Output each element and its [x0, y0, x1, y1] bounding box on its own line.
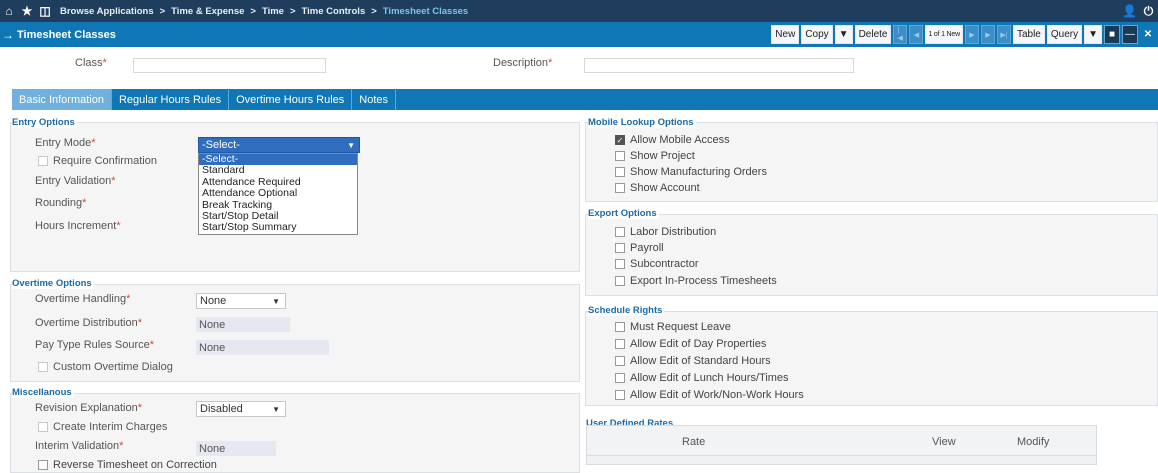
checkmark-icon: ✓	[615, 135, 625, 145]
rounding-label: Rounding*	[35, 197, 87, 209]
query-button[interactable]: Query	[1046, 25, 1083, 44]
show-account-checkbox[interactable]: Show Account	[615, 182, 700, 194]
interim-validation-label: Interim Validation*	[35, 440, 124, 452]
arrow-right-icon: →	[2, 27, 14, 42]
pay-type-rules-source-label: Pay Type Rules Source*	[35, 339, 155, 351]
entry-mode-select[interactable]: -Select- ▼	[198, 137, 360, 153]
pay-type-rules-source-field: None	[196, 340, 329, 355]
class-label: Class*	[75, 57, 107, 69]
show-manufacturing-orders-checkbox[interactable]: Show Manufacturing Orders	[615, 166, 767, 178]
dropdown-option[interactable]: Attendance Optional	[199, 187, 357, 199]
minimize-icon[interactable]: —	[1122, 25, 1138, 44]
crumb-time-expense[interactable]: Time & Expense	[171, 6, 244, 17]
allow-edit-day-properties-checkbox[interactable]: Allow Edit of Day Properties	[615, 338, 766, 350]
must-request-leave-checkbox[interactable]: Must Request Leave	[615, 321, 731, 333]
chevron-down-icon: ▼	[272, 404, 280, 414]
export-in-process-timesheets-checkbox[interactable]: Export In-Process Timesheets	[615, 275, 777, 287]
tab-basic-information[interactable]: Basic Information	[12, 89, 112, 110]
crumb-separator: >	[159, 5, 166, 17]
tab-notes[interactable]: Notes	[352, 89, 397, 110]
create-interim-charges-checkbox[interactable]: Create Interim Charges	[38, 421, 167, 433]
custom-overtime-dialog-checkbox[interactable]: Custom Overtime Dialog	[38, 361, 173, 373]
revision-explanation-label: Revision Explanation*	[35, 402, 143, 414]
require-confirmation-checkbox[interactable]: Require Confirmation	[38, 155, 157, 167]
tab-overtime-hours-rules[interactable]: Overtime Hours Rules	[229, 89, 353, 110]
entry-mode-dropdown-list: -Select- Standard Attendance Required At…	[198, 153, 358, 235]
last-record-icon[interactable]: ▶|	[996, 25, 1011, 44]
section-heading: Schedule Rights	[588, 305, 665, 316]
crumb-time[interactable]: Time	[262, 6, 284, 17]
user-icon[interactable]: 👤	[1120, 0, 1139, 22]
overtime-handling-label: Overtime Handling*	[35, 293, 131, 305]
allow-edit-lunch-hours-checkbox[interactable]: Allow Edit of Lunch Hours/Times	[615, 372, 789, 384]
chevron-down-icon: ▼	[347, 140, 355, 150]
tab-bar: Basic Information Regular Hours Rules Ov…	[12, 89, 1158, 110]
section-heading: Overtime Options	[12, 278, 94, 289]
reverse-timesheet-checkbox[interactable]: Reverse Timesheet on Correction	[38, 459, 217, 471]
section-heading: Export Options	[588, 208, 659, 219]
entry-validation-label: Entry Validation*	[35, 175, 116, 187]
overtime-distribution-label: Overtime Distribution*	[35, 317, 142, 329]
description-input[interactable]	[584, 58, 854, 73]
star-icon[interactable]: ★	[18, 0, 36, 22]
allow-mobile-access-checkbox[interactable]: ✓ Allow Mobile Access	[615, 134, 730, 146]
close-icon[interactable]: ✕	[1140, 25, 1156, 44]
crumb-time-controls[interactable]: Time Controls	[302, 6, 366, 17]
overtime-handling-select[interactable]: None ▼	[196, 293, 286, 309]
copy-dropdown-icon[interactable]: ▼	[834, 25, 853, 44]
crumb-separator: >	[371, 5, 377, 17]
table-button[interactable]: Table	[1012, 25, 1045, 44]
allow-edit-standard-hours-checkbox[interactable]: Allow Edit of Standard Hours	[615, 355, 771, 367]
allow-edit-work-hours-checkbox[interactable]: Allow Edit of Work/Non-Work Hours	[615, 389, 804, 401]
tab-regular-hours-rules[interactable]: Regular Hours Rules	[112, 89, 230, 110]
top-nav-bar: ⌂ ★ ◫ Browse Applications > Time & Expen…	[0, 0, 1158, 22]
column-header-view[interactable]: View	[932, 436, 956, 448]
labor-distribution-checkbox[interactable]: Labor Distribution	[615, 226, 716, 238]
column-header-modify[interactable]: Modify	[1017, 436, 1049, 448]
copy-button[interactable]: Copy	[801, 25, 833, 44]
new-button[interactable]: New	[771, 25, 800, 44]
section-heading: Miscellanous	[12, 387, 74, 398]
table-header: Rate View Modify	[587, 426, 1096, 456]
section-heading: Mobile Lookup Options	[588, 117, 696, 128]
revision-explanation-select[interactable]: Disabled ▼	[196, 401, 286, 417]
hours-increment-label: Hours Increment*	[35, 220, 121, 232]
window-icon[interactable]: ◫	[36, 0, 54, 22]
delete-button[interactable]: Delete	[854, 25, 892, 44]
description-label: Description*	[493, 57, 553, 69]
home-icon[interactable]: ⌂	[0, 0, 18, 22]
section-heading: Entry Options	[12, 117, 77, 128]
next-page-icon[interactable]: ▶	[980, 25, 995, 44]
overtime-distribution-field: None	[196, 317, 290, 332]
dropdown-option[interactable]: Start/Stop Summary	[199, 221, 357, 233]
subcontractor-checkbox[interactable]: Subcontractor	[615, 258, 698, 270]
show-project-checkbox[interactable]: Show Project	[615, 150, 695, 162]
crumb-browse-applications[interactable]: Browse Applications	[60, 6, 154, 17]
class-input[interactable]	[133, 58, 326, 73]
query-dropdown-icon[interactable]: ▼	[1084, 25, 1102, 44]
crumb-timesheet-classes: Timesheet Classes	[382, 5, 469, 17]
record-counter: 1 of 1 New	[925, 25, 963, 44]
next-record-icon[interactable]: ▶	[964, 25, 979, 44]
chevron-down-icon: ▼	[272, 296, 280, 306]
payroll-checkbox[interactable]: Payroll	[615, 242, 664, 254]
crumb-separator: >	[289, 5, 296, 17]
column-header-rate[interactable]: Rate	[682, 436, 705, 448]
crumb-separator: >	[250, 5, 256, 17]
screen-toolbar: → Timesheet Classes New Copy ▼ Delete |◀…	[0, 22, 1158, 47]
maximize-icon[interactable]: ■	[1104, 25, 1120, 44]
power-icon[interactable]: ⏻	[1139, 0, 1158, 22]
user-defined-rates-table: Rate View Modify	[586, 425, 1097, 465]
interim-validation-field: None	[196, 441, 276, 456]
screen-title: Timesheet Classes	[17, 28, 116, 41]
previous-record-icon[interactable]: ◀	[909, 25, 924, 44]
entry-mode-label: Entry Mode*	[35, 137, 96, 149]
breadcrumb: Browse Applications > Time & Expense > T…	[60, 6, 474, 17]
first-record-icon[interactable]: |◀	[893, 25, 908, 44]
